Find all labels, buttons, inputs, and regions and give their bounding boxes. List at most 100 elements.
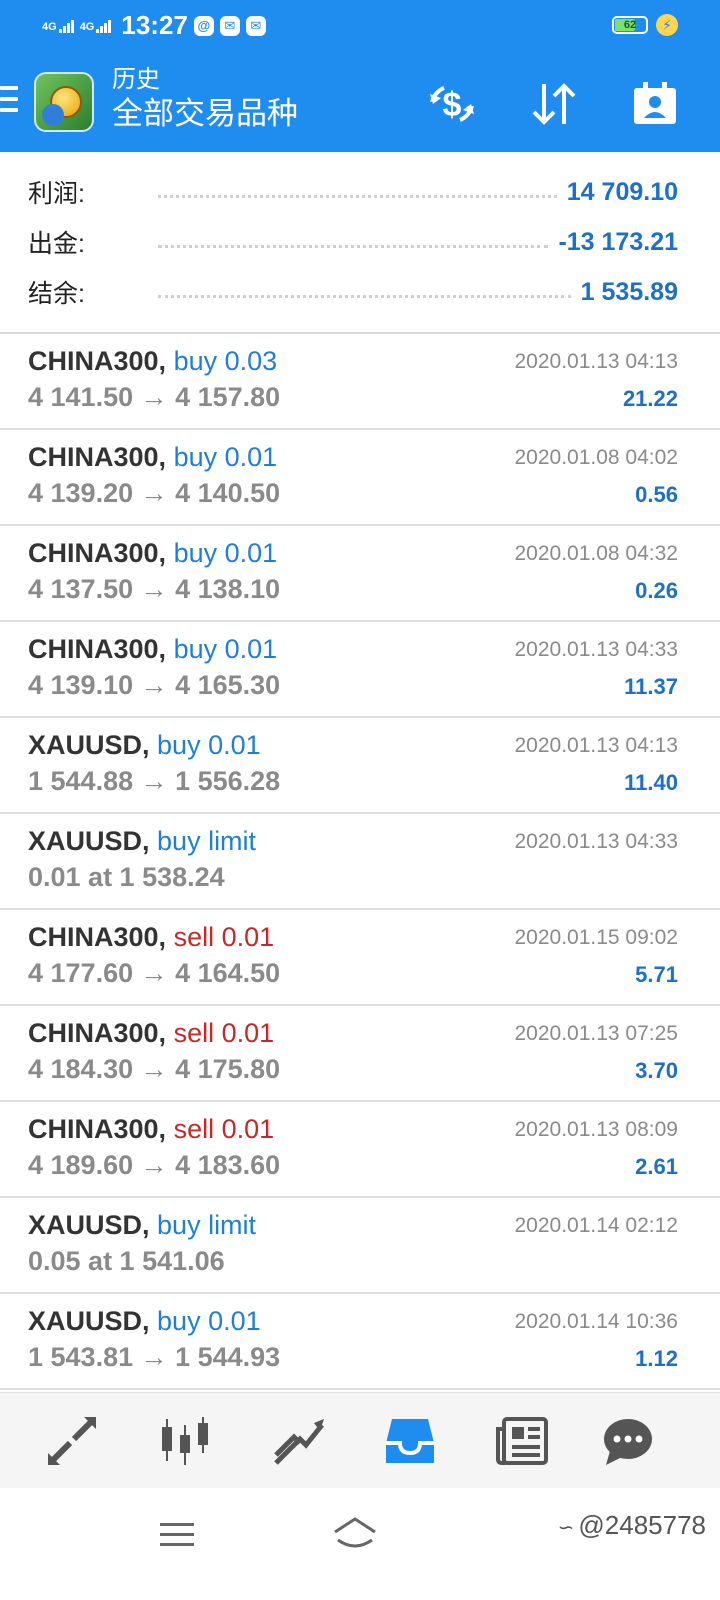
summary-panel: 利润: 14 709.10 出金: -13 173.21 结余: 1 535.8… xyxy=(0,152,720,334)
trade-symbol-line: CHINA300, sell 0.01 xyxy=(28,1018,274,1049)
clock: 13:27 xyxy=(121,10,188,40)
trade-symbol: CHINA300, xyxy=(28,346,167,376)
home-icon[interactable] xyxy=(332,1516,378,1555)
trade-symbol: XAUUSD, xyxy=(28,1210,150,1240)
menu-icon[interactable] xyxy=(0,86,18,119)
trade-row[interactable]: CHINA300, buy 0.03 4 141.50 → 4 157.80 202… xyxy=(0,334,720,430)
trade-prices: 1 543.81 → 1 544.93 xyxy=(28,1342,281,1372)
trade-date: 2020.01.15 09:02 xyxy=(514,926,679,949)
weibo-icon: ∽ xyxy=(557,1517,575,1539)
trade-type: buy 0.01 xyxy=(157,1306,261,1336)
summary-value: -13 173.21 xyxy=(558,227,678,256)
summary-value: 14 709.10 xyxy=(566,177,678,206)
trade-row[interactable]: CHINA300, sell 0.01 4 177.60 → 4 164.50 20… xyxy=(0,910,720,1006)
calendar-period-icon[interactable] xyxy=(630,80,680,128)
nav-history-icon[interactable] xyxy=(380,1411,440,1471)
summary-label: 结余: xyxy=(28,280,85,308)
trade-symbol: CHINA300, xyxy=(28,1018,167,1048)
watermark-text: @2485778 xyxy=(578,1510,706,1540)
trade-profit: 0.26 xyxy=(635,578,678,603)
dotted-leader xyxy=(158,293,571,298)
trade-symbol-line: CHINA300, sell 0.01 xyxy=(28,1114,274,1145)
trade-row[interactable]: XAUUSD, buy limit 0.05 at 1 541.06 2020.01… xyxy=(0,1198,720,1294)
trade-profit: 5.71 xyxy=(635,962,678,987)
page-title-text: 全部交易品种 xyxy=(112,95,298,131)
trade-profit: 0.56 xyxy=(635,482,678,507)
signal-bars-icon xyxy=(58,19,74,33)
trade-date: 2020.01.13 08:09 xyxy=(514,1118,679,1141)
notification-message-icon: ✉ xyxy=(219,15,240,36)
page-subtitle: 历史 xyxy=(112,66,160,93)
trade-prices: 4 139.10 → 4 165.30 xyxy=(28,670,281,700)
dotted-leader xyxy=(158,243,549,248)
trade-prices: 4 177.60 → 4 164.50 xyxy=(28,958,281,988)
trade-type: buy 0.01 xyxy=(157,730,261,760)
summary-label: 利润: xyxy=(28,180,85,208)
trade-symbol-line: XAUUSD, buy 0.01 xyxy=(28,1306,261,1337)
trade-row[interactable]: XAUUSD, buy 0.01 1 544.88 → 1 556.28 2020.… xyxy=(0,718,720,814)
battery-level: 62 xyxy=(623,19,637,31)
page-title: 历史 全部交易品种 xyxy=(112,66,298,132)
trade-date: 2020.01.08 04:32 xyxy=(514,542,679,565)
trade-date: 2020.01.13 04:33 xyxy=(514,830,679,853)
trade-row[interactable]: CHINA300, sell 0.01 4 184.30 → 4 175.80 20… xyxy=(0,1006,720,1102)
trade-symbol: CHINA300, xyxy=(28,442,167,472)
trade-row[interactable]: CHINA300, sell 0.01 4 189.60 → 4 183.60 20… xyxy=(0,1102,720,1198)
trade-symbol: XAUUSD, xyxy=(28,730,150,760)
bottom-nav xyxy=(0,1392,720,1489)
trade-symbol: CHINA300, xyxy=(28,922,167,952)
trade-date: 2020.01.13 04:13 xyxy=(514,734,679,757)
trade-symbol: XAUUSD, xyxy=(28,1306,150,1336)
nav-quotes-icon[interactable] xyxy=(42,1411,102,1471)
signal-bars-icon xyxy=(96,19,112,33)
trade-symbol-line: CHINA300, buy 0.01 xyxy=(28,442,277,473)
trade-row[interactable]: CHINA300, buy 0.01 4 139.20 → 4 140.50 202… xyxy=(0,430,720,526)
notification-at-icon: @ xyxy=(193,15,214,36)
trade-profit: 11.37 xyxy=(624,674,678,699)
trade-row[interactable]: CHINA300, buy 0.01 4 137.50 → 4 138.10 202… xyxy=(0,526,720,622)
nav-chat-icon[interactable] xyxy=(598,1411,658,1471)
trade-prices: 0.05 at 1 541.06 xyxy=(28,1246,225,1276)
trade-date: 2020.01.08 04:02 xyxy=(514,446,679,469)
trade-profit: 2.61 xyxy=(635,1154,678,1179)
trade-prices: 1 544.88 → 1 556.28 xyxy=(28,766,281,796)
trade-row[interactable]: CHINA300, buy 0.01 4 139.10 → 4 165.30 202… xyxy=(0,622,720,718)
trade-date: 2020.01.13 07:25 xyxy=(514,1022,679,1045)
trade-type: sell 0.01 xyxy=(173,922,275,952)
network-type-1: 4G xyxy=(42,20,57,33)
trade-date: 2020.01.14 10:36 xyxy=(514,1310,679,1333)
trade-prices: 4 189.60 → 4 183.60 xyxy=(28,1150,281,1180)
trade-symbol-line: XAUUSD, buy limit xyxy=(28,1210,256,1241)
trade-prices: 4 139.20 → 4 140.50 xyxy=(28,478,281,508)
trade-type: buy limit xyxy=(157,1210,257,1240)
trade-profit: 21.22 xyxy=(622,386,678,411)
app-bar: 历史 全部交易品种 $ xyxy=(0,56,720,152)
nav-trade-icon[interactable] xyxy=(268,1411,328,1471)
trade-symbol-line: CHINA300, sell 0.01 xyxy=(28,922,274,953)
trade-type: buy 0.03 xyxy=(173,346,278,376)
trade-row[interactable]: XAUUSD, buy limit 0.01 at 1 538.24 2020.01… xyxy=(0,814,720,910)
app-logo[interactable] xyxy=(34,72,94,132)
trade-row[interactable]: XAUUSD, buy 0.01 1 543.81 → 1 544.93 2020.… xyxy=(0,1294,720,1390)
nav-news-icon[interactable] xyxy=(492,1411,552,1471)
balance-filter-icon[interactable]: $ xyxy=(426,80,478,128)
notification-message-icon: ✉ xyxy=(245,15,266,36)
trade-symbol-line: XAUUSD, buy 0.01 xyxy=(28,730,261,761)
trade-history-list: CHINA300, buy 0.03 4 141.50 → 4 157.80 202… xyxy=(0,334,720,1390)
signal-2: 4G xyxy=(80,19,112,33)
trade-symbol-line: CHINA300, buy 0.01 xyxy=(28,538,277,569)
trade-symbol-line: CHINA300, buy 0.03 xyxy=(28,346,277,377)
trade-type: buy limit xyxy=(157,826,257,856)
trade-type: sell 0.01 xyxy=(173,1018,275,1048)
trade-symbol: CHINA300, xyxy=(28,538,167,568)
charging-icon: ⚡ xyxy=(656,14,678,36)
nav-chart-icon[interactable] xyxy=(154,1411,214,1471)
trade-type: buy 0.01 xyxy=(173,442,278,472)
network-type-2: 4G xyxy=(79,20,95,33)
trade-type: sell 0.01 xyxy=(173,1114,275,1144)
svg-text:$: $ xyxy=(443,86,462,124)
trade-type: buy 0.01 xyxy=(173,538,278,568)
sort-icon[interactable] xyxy=(528,80,580,128)
dotted-leader xyxy=(158,193,557,198)
recent-apps-icon[interactable] xyxy=(160,1520,194,1555)
